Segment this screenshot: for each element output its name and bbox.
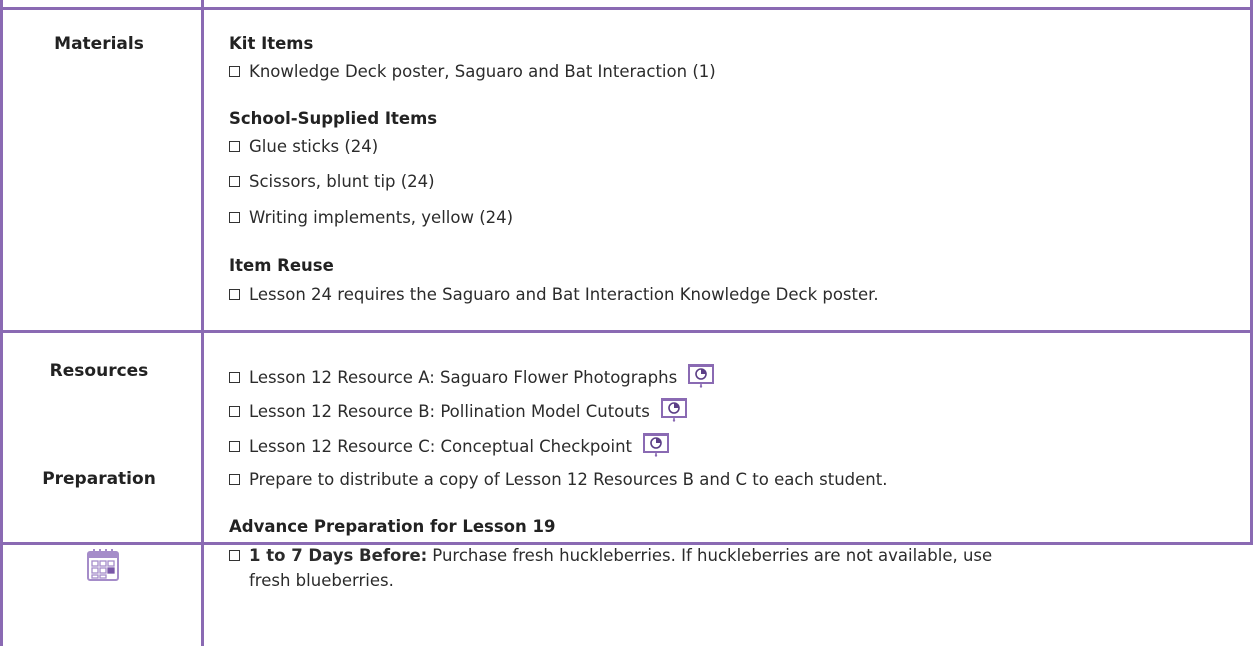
checkbox-icon[interactable] <box>229 371 240 383</box>
resource-item-1: Lesson 12 Resource A: Saguaro Flower Pho… <box>229 362 715 392</box>
checkbox-icon[interactable] <box>229 405 240 417</box>
materials-table: Materials Kit Items Knowledge Deck poste… <box>0 0 1253 646</box>
calendar-icon <box>86 548 120 586</box>
projector-slide-icon[interactable] <box>687 362 715 392</box>
row-divider-1 <box>0 330 1253 333</box>
projector-slide-icon[interactable] <box>642 431 670 461</box>
item-reuse-heading: Item Reuse <box>229 256 334 275</box>
checkbox-icon[interactable] <box>229 212 240 223</box>
checkbox-icon[interactable] <box>229 66 240 77</box>
top-border <box>0 7 1253 10</box>
preparation-label: Preparation <box>42 469 156 489</box>
checkbox-icon[interactable] <box>229 474 240 485</box>
school-item-1: Glue sticks (24) <box>229 137 378 156</box>
school-items-heading: School-Supplied Items <box>229 109 438 128</box>
school-item-2: Scissors, blunt tip (24) <box>229 172 435 191</box>
prep-item-1: Prepare to distribute a copy of Lesson 1… <box>229 470 887 489</box>
resources-label: Resources <box>49 361 149 381</box>
row-divider-2 <box>0 542 1253 545</box>
advance-prep-item-continued: fresh blueberries. <box>249 571 394 590</box>
kit-item-1: Knowledge Deck poster, Saguaro and Bat I… <box>229 62 716 81</box>
resource-item-2: Lesson 12 Resource B: Pollination Model … <box>229 396 688 426</box>
checkbox-icon[interactable] <box>229 440 240 452</box>
kit-items-heading: Kit Items <box>229 34 314 53</box>
checkbox-icon[interactable] <box>229 141 240 152</box>
materials-label: Materials <box>54 34 144 54</box>
checkbox-icon[interactable] <box>229 176 240 187</box>
resource-item-3: Lesson 12 Resource C: Conceptual Checkpo… <box>229 431 670 461</box>
left-border <box>0 0 3 646</box>
reuse-item-1: Lesson 24 requires the Saguaro and Bat I… <box>229 285 879 304</box>
advance-prep-item: 1 to 7 Days Before: Purchase fresh huckl… <box>229 546 992 565</box>
school-item-3: Writing implements, yellow (24) <box>229 208 513 227</box>
advance-prep-heading: Advance Preparation for Lesson 19 <box>229 517 556 536</box>
projector-slide-icon[interactable] <box>660 396 688 426</box>
checkbox-icon[interactable] <box>229 289 240 300</box>
column-divider <box>201 0 204 646</box>
checkbox-icon[interactable] <box>229 550 240 561</box>
